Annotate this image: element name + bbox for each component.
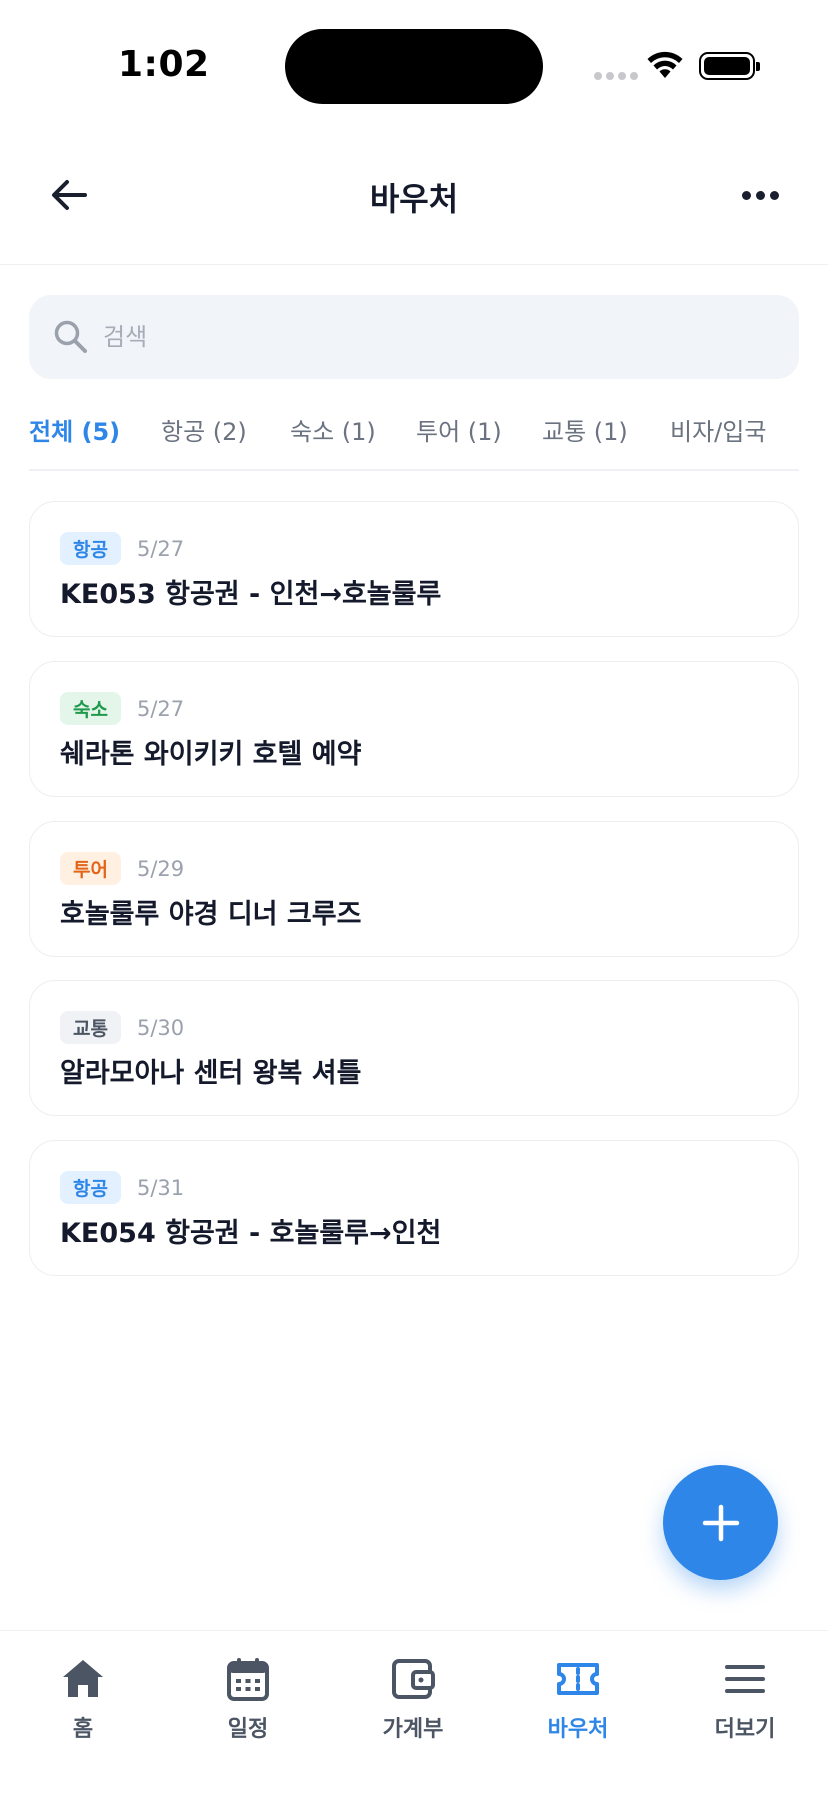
voucher-date: 5/29: [136, 856, 185, 881]
nav-item-schedule[interactable]: 일정: [183, 1655, 313, 1743]
tab-air[interactable]: 항공 (2): [161, 412, 247, 469]
voucher-title: 쉐라톤 와이키키 호텔 예약: [60, 739, 362, 770]
category-badge: 항공: [60, 532, 121, 565]
nav-label: 일정: [227, 1717, 269, 1742]
search-icon: [54, 320, 87, 353]
tab-all[interactable]: 전체 (5): [29, 412, 120, 469]
nav-item-home[interactable]: 홈: [18, 1655, 148, 1743]
menu-icon: [725, 1665, 765, 1693]
wallet-icon: [392, 1659, 435, 1699]
page-title: 바우처: [369, 180, 459, 218]
wifi-icon: [647, 51, 683, 78]
nav-item-more[interactable]: 더보기: [680, 1655, 810, 1743]
dynamic-island: [285, 29, 543, 104]
voucher-title: 호놀룰루 야경 디너 크루즈: [60, 899, 362, 930]
more-dots-icon: [741, 190, 751, 200]
cellular-signal-icon: [594, 72, 638, 80]
voucher-meta: 항공 5/27: [60, 532, 184, 565]
nav-item-voucher[interactable]: 바우처: [513, 1655, 643, 1743]
nav-label: 더보기: [714, 1717, 776, 1742]
header: 바우처: [0, 150, 828, 265]
voucher-meta: 투어 5/29: [60, 852, 184, 885]
category-tabs: 전체 (5) 항공 (2) 숙소 (1) 투어 (1) 교통 (1) 비자/입국: [29, 400, 799, 471]
tab-hotel[interactable]: 숙소 (1): [290, 412, 376, 469]
voucher-card[interactable]: 투어 5/29 호놀룰루 야경 디너 크루즈: [29, 821, 799, 957]
add-voucher-button[interactable]: [663, 1465, 778, 1580]
category-badge: 숙소: [60, 692, 121, 725]
voucher-card[interactable]: 교통 5/30 알라모아나 센터 왕복 셔틀: [29, 980, 799, 1116]
voucher-date: 5/27: [136, 696, 185, 721]
battery-icon: [699, 52, 760, 80]
search-box[interactable]: [29, 295, 799, 379]
ticket-icon: [557, 1663, 599, 1695]
voucher-meta: 숙소 5/27: [60, 692, 184, 725]
category-badge: 항공: [60, 1171, 121, 1204]
voucher-title: 알라모아나 센터 왕복 셔틀: [60, 1058, 362, 1089]
voucher-card[interactable]: 항공 5/31 KE054 항공권 - 호놀룰루→인천: [29, 1140, 799, 1276]
voucher-meta: 항공 5/31: [60, 1171, 184, 1204]
voucher-title: KE054 항공권 - 호놀룰루→인천: [60, 1218, 442, 1249]
home-icon: [63, 1660, 103, 1697]
plus-icon: [702, 1504, 739, 1541]
category-badge: 투어: [60, 852, 121, 885]
voucher-date: 5/31: [136, 1175, 185, 1200]
status-bar: 1:02: [0, 0, 828, 130]
search-input[interactable]: [103, 323, 743, 351]
voucher-card[interactable]: 숙소 5/27 쉐라톤 와이키키 호텔 예약: [29, 661, 799, 797]
voucher-meta: 교통 5/30: [60, 1011, 184, 1044]
voucher-card[interactable]: 항공 5/27 KE053 항공권 - 인천→호놀룰루: [29, 501, 799, 637]
status-time: 1:02: [118, 44, 210, 85]
voucher-date: 5/27: [136, 536, 185, 561]
nav-label: 가계부: [382, 1717, 444, 1742]
tab-visa[interactable]: 비자/입국: [670, 412, 766, 469]
nav-item-budget[interactable]: 가계부: [348, 1655, 478, 1743]
voucher-title: KE053 항공권 - 인천→호놀룰루: [60, 579, 442, 610]
nav-label: 바우처: [547, 1717, 609, 1742]
calendar-icon: [227, 1658, 269, 1701]
more-options-button[interactable]: [734, 170, 786, 220]
bottom-nav: 홈 일정 가계부 바우처 더보기: [0, 1630, 828, 1800]
nav-label: 홈: [72, 1717, 94, 1742]
category-badge: 교통: [60, 1011, 121, 1044]
voucher-date: 5/30: [136, 1015, 185, 1040]
tab-tour[interactable]: 투어 (1): [416, 412, 502, 469]
tab-transport[interactable]: 교통 (1): [542, 412, 628, 469]
